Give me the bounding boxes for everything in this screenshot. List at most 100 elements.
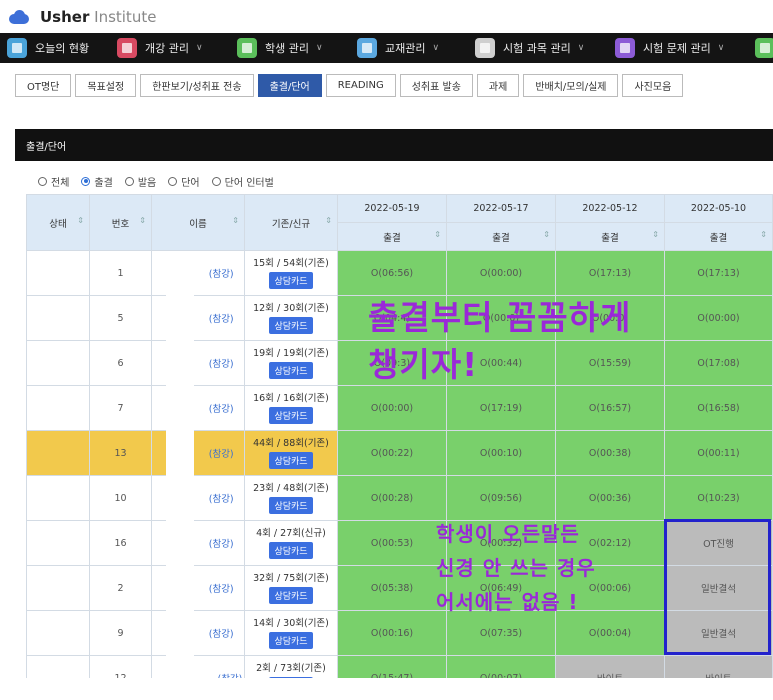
subtab[interactable]: 한판보기/성취표 전송 <box>140 74 254 97</box>
subtab[interactable]: 성취표 발송 <box>399 74 473 97</box>
radio-dot-icon[interactable] <box>124 176 134 186</box>
visit-count: 19회 / 19회(기존) <box>253 348 329 359</box>
status-cell <box>26 520 90 566</box>
attendance-cell[interactable]: O(00:07) <box>446 655 556 678</box>
attendance-cell[interactable]: O(00:38) <box>555 430 665 476</box>
table-row[interactable]: 1박(참강)15회 / 54회(기존)상담카드O(06:56)O(00:00)O… <box>26 250 773 296</box>
overlay-note: 학생이 오든말든 신경 안 쓰는 경우 어서에는 없음 ! <box>436 517 596 619</box>
col-number[interactable]: 번호 <box>89 194 152 251</box>
status-cell <box>26 385 90 431</box>
radio-dot-icon[interactable] <box>81 176 91 186</box>
chevron-down-icon: ∨ <box>577 43 585 53</box>
nav-menu-icon <box>237 38 257 58</box>
subtab[interactable]: 출결/단어 <box>257 74 322 97</box>
table-row[interactable]: 16박(참강)4회 / 27회(신규)상담카드O(00:53)O(00:32)O… <box>26 520 773 566</box>
counsel-card-button[interactable]: 상담카드 <box>269 542 313 559</box>
nav-item-label: 시험 과목 관리 <box>503 42 571 55</box>
nav-item[interactable]: 개강 관리 ∨ <box>110 33 230 63</box>
col-attendance[interactable]: 출결 <box>446 222 556 251</box>
counsel-card-button[interactable]: 상담카드 <box>269 362 313 379</box>
attendance-cell[interactable]: O(00:28) <box>337 475 447 521</box>
subtab[interactable]: 반배치/모의/실제 <box>523 74 619 97</box>
nav-item[interactable] <box>748 33 773 63</box>
name-redaction <box>166 264 194 678</box>
col-attendance[interactable]: 출결 <box>664 222 773 251</box>
count-cell: 32회 / 75회(기존) 상담카드 <box>244 565 338 611</box>
attendance-cell[interactable]: O(00:00) <box>446 250 556 296</box>
attendance-cell[interactable]: O(00:53) <box>337 520 447 566</box>
nav-item[interactable]: 시험 과목 관리 ∨ <box>468 33 608 63</box>
student-tag: (참강) <box>208 539 234 550</box>
filter-label: 발음 <box>137 177 157 189</box>
attendance-cell[interactable]: O(00:00) <box>664 295 773 341</box>
nav-item[interactable]: 교재관리 ∨ <box>350 33 468 63</box>
col-status[interactable]: 상태 <box>26 194 90 251</box>
table-row[interactable]: 7김(참강)16회 / 16회(기존)상담카드O(00:00)O(17:19)O… <box>26 385 773 431</box>
counsel-card-button[interactable]: 상담카드 <box>269 632 313 649</box>
counsel-card-button[interactable]: 상담카드 <box>269 452 313 469</box>
counsel-card-button[interactable]: 상담카드 <box>269 272 313 289</box>
subtab[interactable]: 과제 <box>476 74 520 97</box>
attendance-cell[interactable]: O(17:13) <box>664 250 773 296</box>
nav-menu-icon <box>117 38 137 58</box>
counsel-card-button[interactable]: 상담카드 <box>269 497 313 514</box>
chevron-down-icon: ∨ <box>195 43 203 53</box>
status-cell <box>26 565 90 611</box>
nav-item[interactable]: 학생 관리 ∨ <box>230 33 350 63</box>
attendance-cell[interactable]: O(16:57) <box>555 385 665 431</box>
attendance-cell[interactable]: O(00:22) <box>337 430 447 476</box>
chevron-down-icon: ∨ <box>315 43 323 53</box>
attendance-cell[interactable]: O(00:16) <box>337 610 447 656</box>
attendance-cell[interactable]: O(17:19) <box>446 385 556 431</box>
nav-item[interactable]: 오늘의 현황 <box>0 33 110 63</box>
attendance-cell[interactable]: O(00:36) <box>555 475 665 521</box>
attendance-cell[interactable]: O(05:38) <box>337 565 447 611</box>
number-cell: 5 <box>89 295 152 341</box>
attendance-cell[interactable]: O(17:08) <box>664 340 773 386</box>
filter-radio[interactable]: 전체 <box>38 174 69 189</box>
count-cell: 19회 / 19회(기존) 상담카드 <box>244 340 338 386</box>
attendance-cell[interactable]: O(06:56) <box>337 250 447 296</box>
nav-menu-icon <box>475 38 495 58</box>
attendance-cell[interactable]: O(09:56) <box>446 475 556 521</box>
filter-radio[interactable]: 출결 <box>81 174 113 189</box>
table-row[interactable]: 12김대(참강)2회 / 73회(기존)상담카드O(15:47)O(00:07)… <box>26 655 773 678</box>
counsel-card-button[interactable]: 상담카드 <box>269 317 313 334</box>
visit-count: 44회 / 88회(기존) <box>253 438 329 449</box>
radio-dot-icon[interactable] <box>38 176 47 186</box>
radio-dot-icon[interactable] <box>211 176 221 186</box>
subtab[interactable]: OT명단 <box>15 74 72 97</box>
counsel-card-button[interactable]: 상담카드 <box>269 587 313 604</box>
nav-item-label: 교재관리 <box>385 42 426 55</box>
col-count[interactable]: 기존/신규 <box>244 194 338 251</box>
nav-item[interactable]: 시험 문제 관리 ∨ <box>608 33 748 63</box>
col-attendance[interactable]: 출결 <box>337 222 447 251</box>
col-attendance[interactable]: 출결 <box>555 222 665 251</box>
radio-dot-icon[interactable] <box>168 176 178 186</box>
table-row[interactable]: 10이(참강)23회 / 48회(기존)상담카드O(00:28)O(09:56)… <box>26 475 773 521</box>
counsel-card-button[interactable]: 상담카드 <box>269 677 313 678</box>
nav-menu-icon <box>615 38 635 58</box>
attendance-cell[interactable]: O(00:10) <box>446 430 556 476</box>
col-name[interactable]: 이름 <box>151 194 245 251</box>
filter-radio[interactable]: 단어 <box>168 174 200 189</box>
panel-title: 출결/단어 <box>15 129 773 161</box>
attendance-cell[interactable]: 바이트 <box>664 655 773 678</box>
attendance-cell[interactable]: 바이트 <box>555 655 665 678</box>
attendance-cell[interactable]: O(00:11) <box>664 430 773 476</box>
subtab[interactable]: READING <box>325 74 396 97</box>
filter-radio[interactable]: 단어 인터벌 <box>211 174 274 189</box>
table-row[interactable]: 9장(참강)14회 / 30회(기존)상담카드O(00:16)O(07:35)O… <box>26 610 773 656</box>
table-row[interactable]: 13신(참강)44회 / 88회(기존)상담카드O(00:22)O(00:10)… <box>26 430 773 476</box>
brand[interactable]: Usher Institute <box>40 8 156 26</box>
filter-radio[interactable]: 발음 <box>124 174 157 189</box>
table-row[interactable]: 2신(참강)32회 / 75회(기존)상담카드O(05:38)O(06:49)O… <box>26 565 773 611</box>
attendance-cell[interactable]: O(17:13) <box>555 250 665 296</box>
attendance-cell[interactable]: O(15:47) <box>337 655 447 678</box>
subtab[interactable]: 목표설정 <box>75 74 137 97</box>
counsel-card-button[interactable]: 상담카드 <box>269 407 313 424</box>
attendance-cell[interactable]: O(00:00) <box>337 385 447 431</box>
subtab[interactable]: 사진모음 <box>622 74 684 97</box>
attendance-cell[interactable]: O(16:58) <box>664 385 773 431</box>
attendance-cell[interactable]: O(10:23) <box>664 475 773 521</box>
